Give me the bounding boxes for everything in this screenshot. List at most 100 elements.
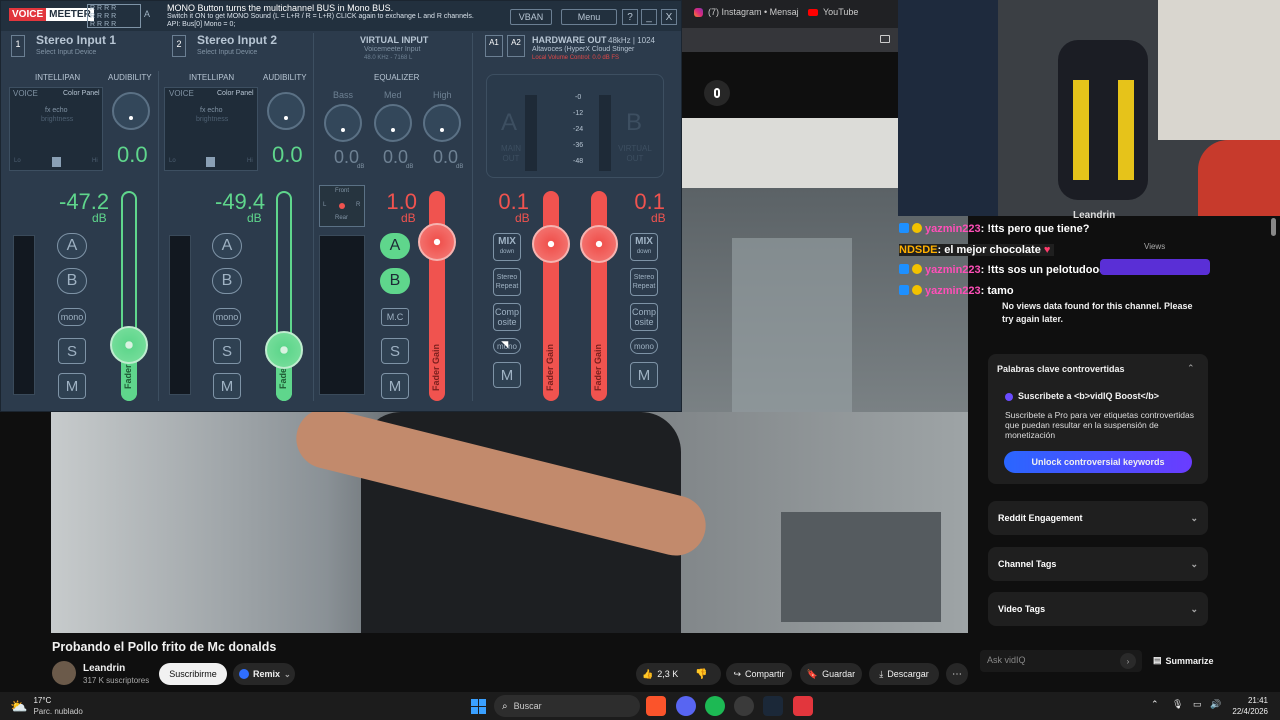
channel-avatar[interactable] [52, 661, 76, 685]
video-player[interactable] [51, 412, 968, 633]
virtual-A-button[interactable]: A [380, 233, 410, 259]
windows-start-icon[interactable] [468, 696, 488, 716]
strip2-device[interactable]: Select Input Device [197, 49, 257, 56]
strip2-number[interactable]: 2 [172, 35, 186, 57]
vban-button[interactable]: VBAN [510, 9, 552, 25]
controversial-title[interactable]: Palabras clave controvertidas [997, 364, 1125, 374]
tray-chevron-up-icon[interactable]: ⌃ [1151, 699, 1159, 710]
volume-icon[interactable]: 🔊 [1210, 699, 1221, 710]
tab-youtube[interactable]: YouTube [808, 7, 858, 17]
virtual-mute-button[interactable]: M [381, 373, 409, 399]
share-button[interactable]: ↪ Compartir [726, 663, 792, 685]
pad-brightness-label: brightness [41, 116, 74, 123]
audibility-knob-2[interactable] [267, 92, 305, 130]
bus2-mono-button[interactable]: mono [630, 338, 658, 354]
bus1-stereo-repeat[interactable]: Stereo Repeat [493, 268, 521, 296]
bus2-mute-button[interactable]: M [630, 362, 658, 388]
more-button[interactable]: ⋯ [946, 663, 968, 685]
thumbs-up-icon: 👍 [642, 668, 654, 679]
strip2-solo-button[interactable]: S [213, 338, 241, 364]
bus1-fader-knob[interactable] [532, 225, 570, 263]
channel-tags-card[interactable]: Channel Tags ⌄ [988, 547, 1208, 581]
strip1-A-button[interactable]: A [57, 233, 87, 259]
strip1-B-button[interactable]: B [57, 268, 87, 294]
bass-knob[interactable] [324, 104, 362, 142]
discord-icon[interactable] [676, 696, 696, 716]
strip2-name[interactable]: Stereo Input 2 [197, 33, 277, 47]
audibility-knob-1[interactable] [112, 92, 150, 130]
a2-button[interactable]: A2 [507, 35, 525, 57]
scrollbar[interactable] [1271, 218, 1276, 236]
tab-instagram[interactable]: (7) Instagram • Mensaj [694, 7, 799, 17]
strip1-mono-button[interactable]: mono [58, 308, 86, 326]
taskbar-search[interactable]: ⌕ Buscar [494, 695, 640, 717]
cast-icon[interactable] [880, 35, 890, 43]
close-button[interactable]: X [661, 9, 677, 25]
high-knob[interactable] [423, 104, 461, 142]
hw-out-device[interactable]: Altavoces (HyperX Cloud Stinger [532, 46, 634, 53]
ask-vidiq-input[interactable]: Ask vidIQ › [980, 650, 1142, 672]
strip2-mute-button[interactable]: M [213, 373, 241, 399]
bus2-stereo-repeat[interactable]: Stereo Repeat [630, 268, 658, 296]
chevron-down-icon: ⌄ [1190, 558, 1198, 569]
virtual-B-button[interactable]: B [380, 268, 410, 294]
a1-button[interactable]: A1 [485, 35, 503, 57]
pad-cursor[interactable] [206, 157, 215, 167]
strip1-number[interactable]: 1 [11, 35, 25, 57]
strip2-B-button[interactable]: B [212, 268, 242, 294]
strip2-A-button[interactable]: A [212, 233, 242, 259]
obs-icon[interactable] [734, 696, 754, 716]
strip1-device[interactable]: Select Input Device [36, 49, 96, 56]
spatial-dot[interactable] [339, 203, 345, 209]
spotify-icon[interactable] [705, 696, 725, 716]
strip1-fader-knob[interactable] [110, 326, 148, 364]
menu-button[interactable]: Menu [561, 9, 617, 25]
remix-button[interactable]: Remix ⌄ [233, 663, 295, 685]
bus2-composite[interactable]: Comp osite [630, 303, 658, 331]
download-button[interactable]: ⤓ Descargar [869, 663, 939, 685]
virtual-solo-button[interactable]: S [381, 338, 409, 364]
brave-icon[interactable] [646, 696, 666, 716]
video-title: Probando el Pollo frito de Mc donalds [52, 640, 277, 654]
intellipan-label: INTELLIPAN [189, 73, 235, 82]
bus1-mute-button[interactable]: M [493, 362, 521, 388]
bus1-composite[interactable]: Comp osite [493, 303, 521, 331]
help-button[interactable]: ? [622, 9, 638, 25]
steam-icon[interactable] [763, 696, 783, 716]
bus1-mix-button[interactable]: MIX down [493, 233, 521, 261]
mic-tray-icon[interactable]: 🎙 [1172, 699, 1183, 710]
strip1-solo-button[interactable]: S [58, 338, 86, 364]
voicemeeter-icon[interactable] [793, 696, 813, 716]
info-line3: API: Bus[0] Mono = 0; [167, 21, 236, 28]
subscribe-button[interactable]: Suscribirme [159, 663, 227, 685]
network-icon[interactable]: ▭ [1193, 699, 1202, 710]
pad-brightness-label: brightness [196, 116, 229, 123]
bus2-mix-button[interactable]: MIX down [630, 233, 658, 261]
pad-color-label: Color Panel [63, 90, 100, 97]
send-icon[interactable]: › [1120, 653, 1136, 669]
like-button[interactable]: 👍 2,3 K [642, 663, 678, 685]
summarize-button[interactable]: ▤ Summarize [1153, 655, 1214, 666]
weather-widget[interactable]: ⛅ 17°C Parc. nublado [10, 695, 83, 717]
clock[interactable]: 21:41 22/4/2026 [1228, 695, 1268, 717]
hw-out-name: HARDWARE OUT [532, 35, 607, 45]
mic-button[interactable] [704, 80, 730, 106]
strip1-name[interactable]: Stereo Input 1 [36, 33, 116, 47]
video-tags-card[interactable]: Video Tags ⌄ [988, 592, 1208, 626]
pad-cursor[interactable] [52, 157, 61, 167]
address-bar[interactable] [682, 28, 898, 52]
virtual-fader-knob[interactable] [418, 223, 456, 261]
strip1-mute-button[interactable]: M [58, 373, 86, 399]
med-knob[interactable] [374, 104, 412, 142]
minimize-button[interactable]: _ [641, 9, 657, 25]
virtual-mc-button[interactable]: M.C [381, 308, 409, 326]
chevron-up-icon[interactable]: ⌃ [1187, 363, 1195, 374]
dislike-button[interactable]: 👎 [695, 663, 707, 685]
bus2-fader-knob[interactable] [580, 225, 618, 263]
reddit-engagement-card[interactable]: Reddit Engagement ⌄ [988, 501, 1208, 535]
channel-name[interactable]: Leandrin [83, 663, 125, 674]
strip2-mono-button[interactable]: mono [213, 308, 241, 326]
unlock-keywords-button[interactable]: Unlock controversial keywords [1004, 451, 1192, 473]
strip2-fader-knob[interactable] [265, 331, 303, 369]
save-button[interactable]: 🔖 Guardar [800, 663, 862, 685]
